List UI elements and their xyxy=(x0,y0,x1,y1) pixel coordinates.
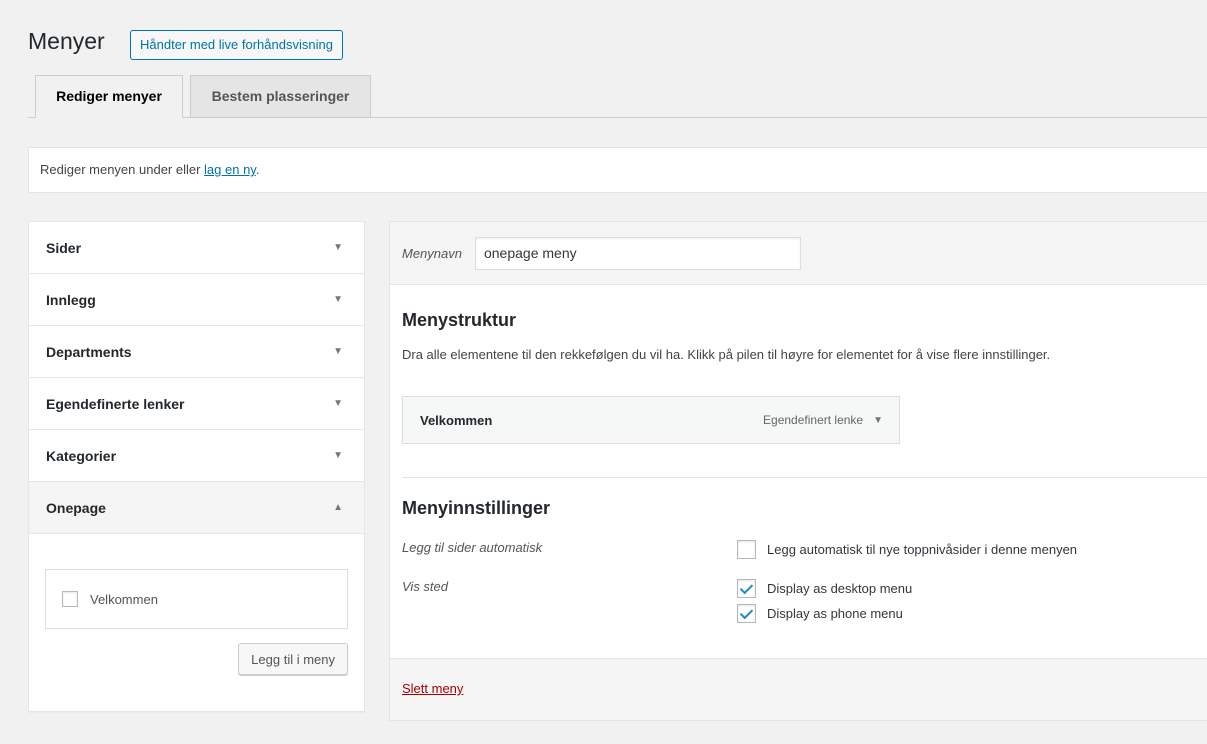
menu-editor-panel: Menynavn Menystruktur Dra alle elementen… xyxy=(389,221,1207,721)
page-title: Menyer xyxy=(28,28,105,54)
accordion-label: Innlegg xyxy=(46,291,96,308)
delete-menu-link[interactable]: Slett meny xyxy=(402,681,463,696)
accordion-label: Sider xyxy=(46,239,82,256)
menu-name-row: Menynavn xyxy=(390,222,1207,285)
menu-item-controls: Egendefinert lenke ▼ xyxy=(763,413,883,427)
menu-settings-heading: Menyinnstillinger xyxy=(402,498,551,518)
menu-editor-footer: Slett meny xyxy=(390,658,1207,720)
create-new-menu-link[interactable]: lag en ny xyxy=(204,162,256,177)
edit-notice: Rediger menyen under eller lag en ny. xyxy=(28,147,1207,193)
velkommen-option-label: Velkommen xyxy=(90,591,158,607)
accordion-item-onepage[interactable]: Onepage ▲ xyxy=(29,482,364,534)
accordion-item-custom-links[interactable]: Egendefinerte lenker ▼ xyxy=(29,378,364,430)
arrow-down-icon: ▼ xyxy=(333,398,343,409)
tab-edit-menus[interactable]: Rediger menyer xyxy=(35,75,183,118)
arrow-down-icon: ▼ xyxy=(333,294,343,305)
tab-manage-locations[interactable]: Bestem plasseringer xyxy=(190,75,371,118)
onepage-checklist: Velkommen xyxy=(45,569,348,629)
add-menu-items-accordion: Sider ▼ Innlegg ▼ Departments ▼ Egendefi… xyxy=(28,221,365,712)
expand-arrow-icon[interactable]: ▼ xyxy=(873,415,883,426)
add-to-menu-button[interactable]: Legg til i meny xyxy=(238,643,348,675)
accordion-item-pages[interactable]: Sider ▼ xyxy=(29,222,364,274)
location-desktop-option: Display as desktop menu xyxy=(737,579,912,598)
auto-add-option: Legg automatisk til nye toppnivåsider i … xyxy=(737,540,1077,559)
section-divider xyxy=(402,477,1207,478)
arrow-down-icon: ▼ xyxy=(333,242,343,253)
auto-add-checkbox[interactable] xyxy=(737,540,756,559)
auto-add-option-label: Legg automatisk til nye toppnivåsider i … xyxy=(767,542,1078,557)
onepage-panel: Velkommen Legg til i meny xyxy=(29,534,364,711)
display-location-label: Vis sted xyxy=(402,579,449,594)
notice-text: Rediger menyen under eller xyxy=(40,162,205,177)
accordion-label: Kategorier xyxy=(46,447,117,464)
auto-add-pages-label: Legg til sider automatisk xyxy=(402,540,543,555)
location-phone-option: Display as phone menu xyxy=(737,604,903,623)
accordion-label: Departments xyxy=(46,343,132,360)
accordion-label: Egendefinerte lenker xyxy=(46,395,185,412)
phone-menu-label: Display as phone menu xyxy=(767,606,903,621)
arrow-up-icon: ▲ xyxy=(333,502,343,513)
accordion-label: Onepage xyxy=(46,499,106,516)
manage-live-preview-button[interactable]: Håndter med live forhåndsvisning xyxy=(130,30,343,60)
accordion-item-categories[interactable]: Kategorier ▼ xyxy=(29,430,364,482)
menu-structure-description: Dra alle elementene til den rekkefølgen … xyxy=(402,347,1051,362)
notice-suffix: . xyxy=(255,162,260,177)
desktop-menu-checkbox[interactable] xyxy=(737,579,756,598)
menu-structure-heading: Menystruktur xyxy=(402,310,517,330)
phone-menu-checkbox[interactable] xyxy=(737,604,756,623)
arrow-down-icon: ▼ xyxy=(333,346,343,357)
velkommen-checkbox[interactable] xyxy=(62,591,78,607)
menu-name-label: Menynavn xyxy=(402,245,462,261)
menu-item-title: Velkommen xyxy=(420,412,493,428)
menu-item-type: Egendefinert lenke xyxy=(763,413,864,427)
menu-item-velkommen[interactable]: Velkommen Egendefinert lenke ▼ xyxy=(402,396,900,444)
accordion-item-posts[interactable]: Innlegg ▼ xyxy=(29,274,364,326)
menu-name-input[interactable] xyxy=(474,236,801,270)
desktop-menu-label: Display as desktop menu xyxy=(767,581,913,596)
arrow-down-icon: ▼ xyxy=(333,450,343,461)
accordion-item-departments[interactable]: Departments ▼ xyxy=(29,326,364,378)
